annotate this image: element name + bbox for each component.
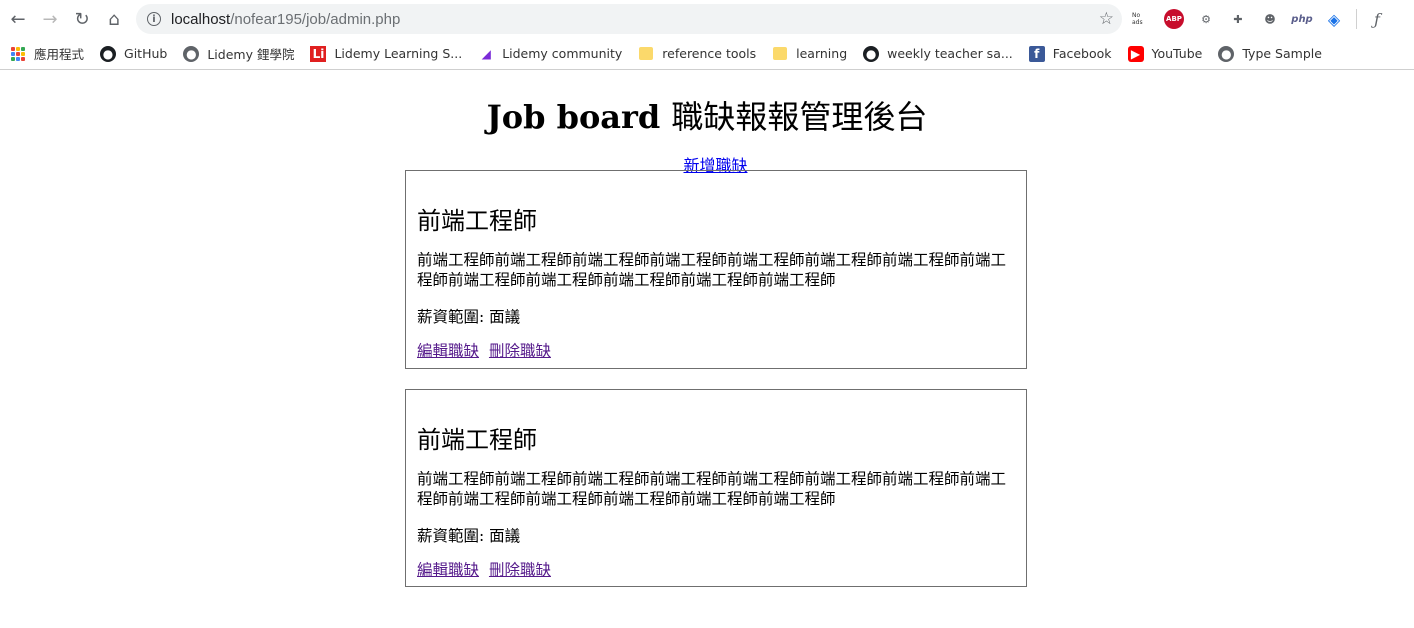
- lidemy-learning-icon: Li: [310, 45, 327, 62]
- bookmark-lidemy-learning[interactable]: Li Lidemy Learning S...: [310, 45, 463, 62]
- github-icon: ●: [100, 45, 117, 62]
- adblock-plus-icon[interactable]: ABP: [1164, 9, 1184, 29]
- job-title: 前端工程師: [417, 426, 537, 454]
- bookmark-label: weekly teacher sa...: [887, 46, 1013, 61]
- bookmark-github[interactable]: ● GitHub: [100, 45, 168, 62]
- folder-icon: [638, 46, 654, 62]
- edit-job-link[interactable]: 編輯職缺: [417, 342, 479, 360]
- php-extension-icon[interactable]: php: [1291, 9, 1312, 29]
- bookmark-lidemy[interactable]: ● Lidemy 鋰學院: [183, 44, 294, 63]
- font-extension-icon[interactable]: ƒ: [1367, 9, 1387, 29]
- bookmark-star-icon[interactable]: ☆: [1099, 9, 1114, 29]
- bookmark-label: learning: [796, 46, 848, 61]
- bookmark-learning[interactable]: learning: [772, 46, 847, 62]
- extensions-bar: No ads ABP ⚙ ✚ ☻ php ◈ ƒ: [1132, 7, 1399, 31]
- url-text[interactable]: localhost/nofear195/job/admin.php: [171, 11, 400, 28]
- bookmark-label: YouTube: [1151, 46, 1203, 61]
- bookmark-label: reference tools: [662, 46, 757, 61]
- bookmark-weekly-teacher[interactable]: ● weekly teacher sa...: [863, 45, 1013, 62]
- page-title: Job board 職缺報報管理後台: [0, 92, 1414, 138]
- crosshair-extension-icon[interactable]: ✚: [1228, 9, 1248, 29]
- bookmark-apps[interactable]: 應用程式: [10, 44, 84, 63]
- address-bar[interactable]: i localhost/nofear195/job/admin.php ☆: [136, 4, 1122, 34]
- job-description: 前端工程師前端工程師前端工程師前端工程師前端工程師前端工程師前端工程師前端工程師…: [417, 470, 1007, 508]
- edit-job-link[interactable]: 編輯職缺: [417, 561, 479, 579]
- toolbar-divider: [1356, 9, 1357, 29]
- bookmark-label: 應用程式: [34, 47, 85, 62]
- job-card: 前端工程師 前端工程師前端工程師前端工程師前端工程師前端工程師前端工程師前端工程…: [405, 389, 1027, 587]
- bookmark-label: Lidemy community: [502, 46, 623, 61]
- layers-extension-icon[interactable]: ◈: [1324, 9, 1344, 29]
- bookmark-label: GitHub: [124, 46, 168, 61]
- bookmark-label: Lidemy 鋰學院: [207, 47, 295, 62]
- github-icon: ●: [863, 45, 880, 62]
- bookmark-youtube[interactable]: ▶ YouTube: [1127, 45, 1203, 62]
- lidemy-community-icon: ◢: [481, 46, 491, 61]
- back-arrow-icon[interactable]: ←: [4, 5, 32, 33]
- browser-toolbar: ← → ↻ ⌂ i localhost/nofear195/job/admin.…: [0, 0, 1414, 38]
- job-title: 前端工程師: [417, 207, 537, 235]
- noads-extension-icon[interactable]: No ads: [1132, 9, 1152, 29]
- url-path: /nofear195/job/admin.php: [230, 10, 401, 28]
- delete-job-link[interactable]: 刪除職缺: [489, 561, 551, 579]
- gear-extension-icon[interactable]: ⚙: [1196, 9, 1216, 29]
- forward-arrow-icon[interactable]: →: [36, 5, 64, 33]
- page-title-zh: 職缺報報管理後台: [671, 98, 928, 136]
- reload-icon[interactable]: ↻: [68, 5, 96, 33]
- bookmark-type-sample[interactable]: ● Type Sample: [1218, 45, 1322, 62]
- url-host: localhost: [171, 10, 231, 28]
- job-actions: 編輯職缺 刪除職缺: [417, 558, 556, 580]
- bookmark-lidemy-community[interactable]: ◢ Lidemy community: [478, 46, 623, 62]
- bookmark-facebook[interactable]: f Facebook: [1028, 45, 1112, 62]
- folder-icon: [772, 46, 788, 62]
- job-card: 前端工程師 前端工程師前端工程師前端工程師前端工程師前端工程師前端工程師前端工程…: [405, 170, 1027, 369]
- globe-icon: ●: [183, 45, 200, 62]
- globe-icon: ●: [1218, 45, 1235, 62]
- info-icon[interactable]: i: [147, 12, 161, 26]
- job-actions: 編輯職缺 刪除職缺: [417, 339, 556, 361]
- apps-grid-icon: [10, 46, 26, 62]
- bookmark-label: Lidemy Learning S...: [334, 46, 463, 61]
- bookmark-label: Facebook: [1052, 46, 1112, 61]
- home-icon[interactable]: ⌂: [100, 5, 128, 33]
- delete-job-link[interactable]: 刪除職缺: [489, 342, 551, 360]
- bug-extension-icon[interactable]: ☻: [1260, 9, 1280, 29]
- job-salary: 薪資範圍: 面議: [417, 308, 521, 326]
- job-salary: 薪資範圍: 面議: [417, 527, 521, 545]
- bookmark-label: Type Sample: [1242, 46, 1322, 61]
- page-title-en: Job board: [486, 98, 661, 136]
- job-description: 前端工程師前端工程師前端工程師前端工程師前端工程師前端工程師前端工程師前端工程師…: [417, 251, 1007, 289]
- facebook-icon: f: [1028, 45, 1045, 62]
- bookmark-reference-tools[interactable]: reference tools: [638, 46, 756, 62]
- youtube-icon: ▶: [1127, 45, 1144, 62]
- bookmarks-bar: 應用程式 ● GitHub ● Lidemy 鋰學院 Li Lidemy Lea…: [0, 38, 1414, 70]
